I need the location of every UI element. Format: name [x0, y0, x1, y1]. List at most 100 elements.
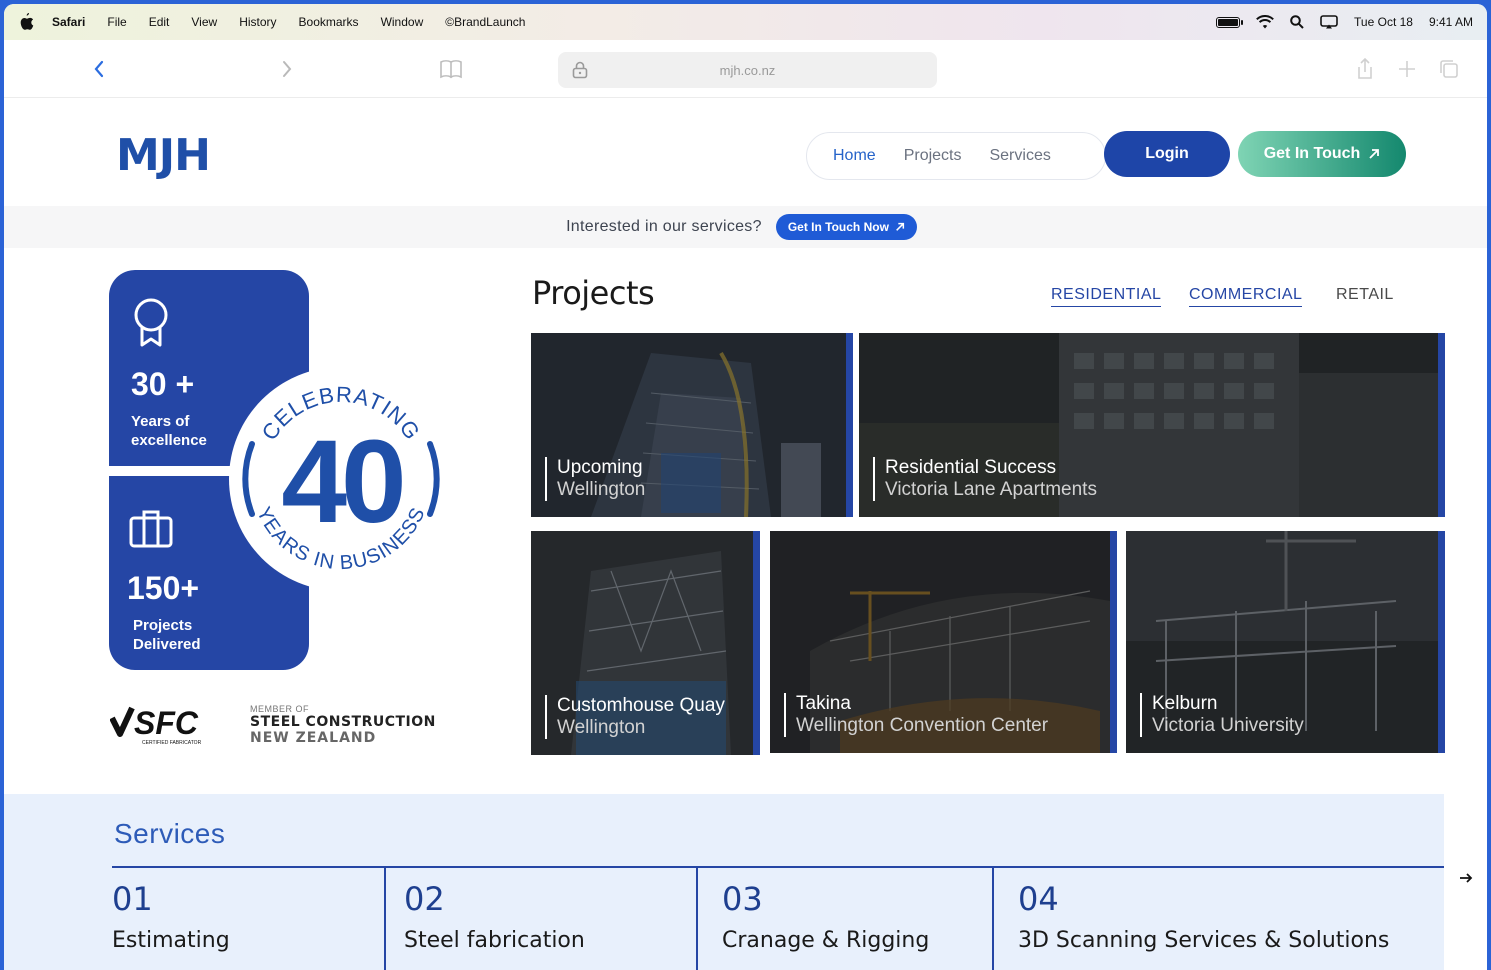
scnz-line1: STEEL CONSTRUCTION — [250, 714, 436, 730]
projects-heading: Projects — [532, 274, 655, 312]
project-tile-customhouse-quay[interactable]: Customhouse Quay Wellington — [531, 531, 760, 755]
scnz-logo: MEMBER OF STEEL CONSTRUCTION NEW ZEALAND — [250, 704, 436, 746]
menu-view[interactable]: View — [191, 15, 217, 29]
filter-residential[interactable]: RESIDENTIAL — [1051, 286, 1162, 307]
project-title: Upcoming — [557, 457, 643, 478]
site-logo[interactable]: MJH — [116, 130, 211, 181]
years-label-line1: Years of — [131, 413, 190, 430]
sfc-subtext: CERTIFIED FABRICATOR — [142, 740, 202, 746]
forward-button[interactable] — [274, 56, 300, 82]
url-text: mjh.co.nz — [719, 62, 776, 78]
get-in-touch-label: Get In Touch — [1263, 145, 1361, 162]
project-subtitle: Wellington Convention Center — [796, 715, 1049, 736]
project-tile-kelburn[interactable]: Kelburn Victoria University — [1126, 531, 1445, 753]
menubar-date[interactable]: Tue Oct 18 — [1354, 15, 1413, 29]
years-label-line2: excellence — [131, 432, 207, 449]
nav-services[interactable]: Services — [989, 147, 1050, 165]
service-estimating[interactable]: 01 Estimating — [112, 868, 384, 970]
status-area: Tue Oct 18 9:41 AM — [1216, 4, 1473, 40]
share-button[interactable] — [1352, 56, 1378, 82]
book-icon — [440, 60, 462, 79]
tabs-overview-button[interactable] — [1436, 56, 1462, 82]
screen-mirroring-icon[interactable] — [1320, 15, 1338, 29]
get-in-touch-now-button[interactable]: Get In Touch Now — [775, 214, 917, 240]
project-subtitle: Wellington — [557, 479, 646, 500]
menu-window[interactable]: Window — [381, 15, 424, 29]
project-title: Customhouse Quay — [557, 695, 725, 716]
services-section: Services 01 Estimating 02 Steel fabricat… — [4, 794, 1444, 970]
services-heading: Services — [114, 818, 226, 849]
plus-icon — [1399, 61, 1415, 77]
project-tile-upcoming[interactable]: Upcoming Wellington — [531, 333, 853, 517]
sfc-checkmark-icon: SFC CERTIFIED FABRICATOR — [109, 705, 202, 746]
project-title: Takina — [796, 693, 851, 714]
back-button[interactable] — [86, 56, 112, 82]
services-next-arrow-icon[interactable] — [1458, 870, 1474, 886]
service-number: 01 — [112, 880, 153, 918]
nav-home[interactable]: Home — [833, 147, 876, 165]
briefcase-icon — [129, 510, 173, 548]
menu-history[interactable]: History — [239, 15, 276, 29]
projects-label-line1: Projects — [133, 617, 193, 634]
menubar-time[interactable]: 9:41 AM — [1429, 15, 1473, 29]
service-3d-scanning[interactable]: 04 3D Scanning Services & Solutions — [992, 868, 1444, 970]
address-bar[interactable]: mjh.co.nz — [558, 52, 937, 88]
apple-icon[interactable] — [18, 13, 34, 31]
scnz-member: MEMBER OF — [250, 704, 310, 714]
scnz-line2: NEW ZEALAND — [250, 730, 377, 746]
tabs-icon — [1440, 60, 1458, 78]
service-number: 03 — [722, 880, 763, 918]
project-caption: Upcoming Wellington — [545, 457, 645, 501]
services-banner: Interested in our services? Get In Touch… — [4, 206, 1487, 248]
menu-file[interactable]: File — [107, 15, 126, 29]
new-tab-button[interactable] — [1394, 56, 1420, 82]
browser-toolbar: mjh.co.nz — [4, 40, 1487, 98]
projects-label-line2: Delivered — [133, 636, 201, 653]
project-tile-residential-success[interactable]: Residential Success Victoria Lane Apartm… — [859, 333, 1445, 517]
chevron-left-icon — [94, 60, 104, 78]
arrow-up-right-icon — [1369, 149, 1380, 159]
banner-text: Interested in our services? — [566, 218, 762, 235]
share-icon — [1358, 58, 1372, 79]
login-button[interactable]: Login — [1104, 131, 1230, 177]
banner-button-label: Get In Touch Now — [787, 220, 889, 234]
project-title: Kelburn — [1152, 693, 1218, 714]
celebrating-40-years-badge: CELEBRATING 40 YEARS IN BUSINESS — [229, 367, 453, 591]
project-subtitle: Victoria University — [1152, 715, 1304, 736]
menu-edit[interactable]: Edit — [149, 15, 170, 29]
wifi-icon[interactable] — [1256, 15, 1274, 29]
award-icon — [134, 298, 168, 347]
service-number: 02 — [404, 880, 445, 918]
sfc-text: SFC — [134, 705, 199, 741]
service-label: Steel fabrication — [404, 928, 585, 953]
menu-safari[interactable]: Safari — [52, 15, 85, 29]
service-label: Estimating — [112, 928, 230, 953]
filter-commercial[interactable]: COMMERCIAL — [1189, 286, 1303, 307]
project-subtitle: Victoria Lane Apartments — [885, 479, 1097, 500]
filter-retail[interactable]: RETAIL — [1336, 286, 1394, 304]
menu-brandlaunch[interactable]: ©BrandLaunch — [445, 15, 525, 29]
project-caption: Kelburn Victoria University — [1140, 693, 1304, 737]
service-cranage-rigging[interactable]: 03 Cranage & Rigging — [696, 868, 992, 970]
sidebar-button[interactable] — [438, 56, 464, 82]
main-nav: Home Projects Services — [806, 132, 1106, 180]
menu-bar: Safari File Edit View History Bookmarks … — [4, 4, 1487, 40]
project-caption: Customhouse Quay Wellington — [545, 695, 725, 739]
search-icon[interactable] — [1290, 15, 1304, 29]
lock-icon — [572, 61, 588, 79]
service-number: 04 — [1018, 880, 1059, 918]
service-steel-fabrication[interactable]: 02 Steel fabrication — [384, 868, 696, 970]
menu-bookmarks[interactable]: Bookmarks — [299, 15, 359, 29]
badge-number: 40 — [281, 416, 402, 548]
chevron-right-icon — [283, 61, 292, 77]
nav-projects[interactable]: Projects — [904, 147, 962, 165]
service-label: 3D Scanning Services & Solutions — [1018, 928, 1390, 953]
arrow-up-right-icon — [896, 222, 905, 231]
project-subtitle: Wellington — [557, 717, 646, 738]
years-value: 30 + — [131, 366, 195, 402]
project-tile-takina[interactable]: Takina Wellington Convention Center — [770, 531, 1117, 753]
service-label: Cranage & Rigging — [722, 928, 930, 953]
battery-icon[interactable] — [1216, 16, 1244, 28]
get-in-touch-button[interactable]: Get In Touch — [1238, 131, 1406, 177]
project-caption: Residential Success Victoria Lane Apartm… — [873, 457, 1097, 501]
